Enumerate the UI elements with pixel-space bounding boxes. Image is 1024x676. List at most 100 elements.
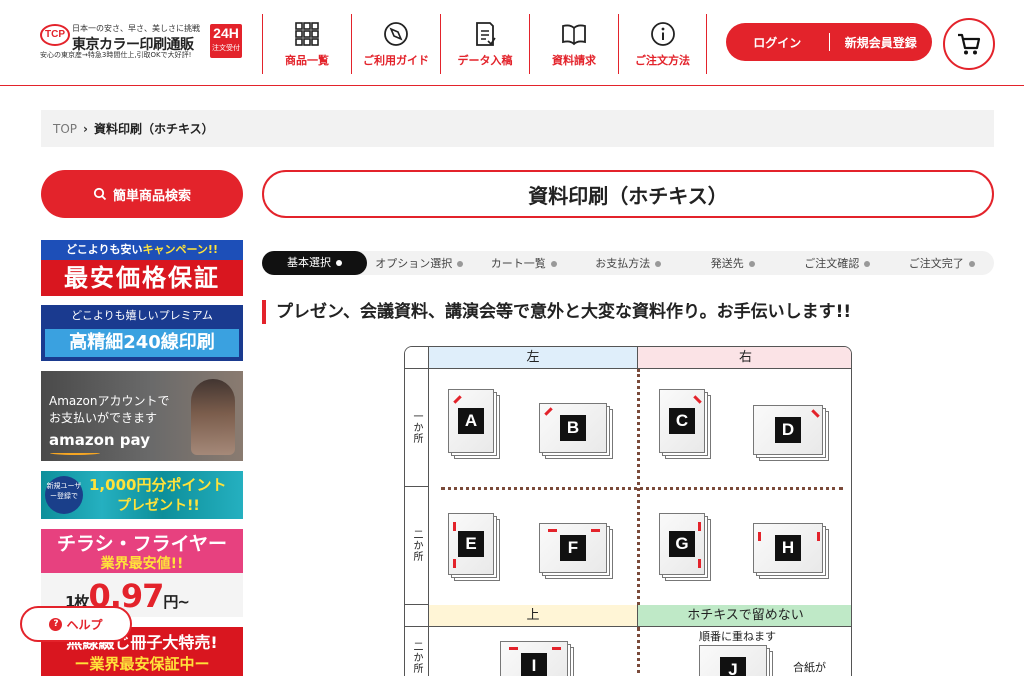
nav-brochure[interactable]: 資料請求	[529, 14, 618, 74]
staple-mark-icon	[548, 529, 557, 532]
banner-b4-badge: 新規ユーザー登録で	[45, 476, 83, 514]
banner-b2-line1: どこよりも嬉しいプレミアム	[71, 309, 213, 322]
nav-order-method[interactable]: ご注文方法	[618, 14, 707, 74]
document-icon	[476, 22, 496, 46]
note-order: 順番に重ねます	[699, 630, 776, 643]
table-header-corner	[405, 347, 429, 369]
staple-mark-icon	[591, 529, 600, 532]
staple-option-g[interactable]: G	[659, 513, 705, 575]
banner-flyer-price[interactable]: チラシ・フライヤー 業界最安値!! 1枚0.97円~	[41, 529, 243, 617]
step-complete-label: ご注文完了	[908, 257, 964, 270]
staple-option-a[interactable]: A	[448, 389, 494, 453]
step-shipping-label: 発送先	[710, 257, 744, 270]
step-cart-label: カート一覧	[490, 257, 546, 270]
site-logo[interactable]: TCP 日本一の安さ、早さ、美しさに挑戦 東京カラー印刷通販 安心の東京産→特急…	[40, 22, 250, 64]
register-button[interactable]: 新規会員登録	[830, 34, 933, 51]
banner-b5-line3c: 円~	[163, 593, 190, 611]
nav-data-upload-label: データ入稿	[457, 54, 513, 67]
staple-option-d[interactable]: D	[753, 405, 823, 455]
compass-icon	[384, 22, 408, 46]
row-two-places-top: 二か所	[405, 627, 429, 676]
staple-mark-icon	[698, 522, 701, 531]
row-two-places: 二か所	[405, 487, 429, 605]
banner-b2-line2: 高精細240線印刷	[45, 329, 239, 357]
letter-e: E	[458, 531, 484, 557]
search-icon	[93, 187, 107, 201]
staple-mark-icon	[693, 395, 702, 404]
staple-mark-icon	[509, 647, 518, 650]
login-button[interactable]: ログイン	[726, 34, 829, 51]
breadcrumb-separator: ›	[83, 121, 88, 136]
step-dot-icon	[457, 261, 464, 267]
nav-products[interactable]: 商品一覧	[262, 14, 351, 74]
breadcrumb-home[interactable]: TOP	[53, 122, 77, 136]
step-shipping[interactable]: 発送先	[681, 255, 786, 271]
letter-a: A	[458, 408, 484, 434]
site-header: TCP 日本一の安さ、早さ、美しさに挑戦 東京カラー印刷通販 安心の東京産→特急…	[0, 0, 1024, 86]
quick-search-label: 簡単商品検索	[112, 188, 191, 204]
staple-option-b[interactable]: B	[539, 403, 607, 453]
logo-tagline: 日本一の安さ、早さ、美しさに挑戦	[72, 24, 200, 33]
step-dot-icon	[864, 261, 871, 267]
banner-b4-line2: プレゼント!!	[117, 498, 200, 514]
step-confirm-label: ご注文確認	[804, 257, 860, 270]
staple-option-h[interactable]: H	[753, 523, 823, 573]
banner-b1-line2: 最安価格保証	[64, 264, 220, 292]
staple-option-j[interactable]: J	[699, 645, 767, 676]
breadcrumb: TOP › 資料印刷（ホチキス）	[41, 110, 994, 147]
col-no-staple-header: ホチキスで留めない	[638, 605, 851, 627]
step-dot-icon	[655, 261, 662, 267]
banner-b1-line1a: どこよりも安い	[66, 243, 143, 256]
banner-amazon-pay[interactable]: Amazonアカウントで お支払いができます amazon pay	[41, 371, 243, 461]
banner-points-present[interactable]: 新規ユーザー登録で 1,000円分ポイント プレゼント!!	[41, 471, 243, 519]
step-basic[interactable]: 基本選択	[262, 251, 367, 275]
banner-b3-line2: お支払いができます	[49, 411, 158, 425]
logo-subtitle: 安心の東京産→特急3時間仕上,引取OKで大好評!	[40, 51, 192, 59]
staple-mark-icon	[453, 522, 456, 531]
info-icon	[650, 22, 675, 46]
banner-b3-line3: amazon pay	[49, 431, 150, 449]
staple-option-f[interactable]: F	[539, 523, 607, 573]
note-cover: 合紙が	[793, 661, 826, 674]
logo-24h-badge: 24H 注文受付	[210, 24, 242, 58]
step-complete[interactable]: ご注文完了	[890, 255, 995, 271]
page-title: 資料印刷（ホチキス）	[262, 170, 994, 218]
banner-lowest-price[interactable]: どこよりも安いキャンペーン!! 最安価格保証	[41, 240, 243, 296]
staple-mark-icon	[544, 407, 553, 416]
table-horizontal-dots	[441, 487, 843, 490]
nav-guide[interactable]: ご利用ガイド	[351, 14, 440, 74]
staple-option-i[interactable]: I	[500, 641, 568, 676]
row-one-place: 一か所	[405, 369, 429, 487]
step-dot-icon	[336, 260, 342, 266]
step-options[interactable]: オプション選択	[367, 255, 472, 271]
order-steps: 基本選択 オプション選択 カート一覧 お支払方法 発送先 ご注文確認 ご注文完了	[262, 251, 994, 275]
banner-b3-text: Amazonアカウントで お支払いができます	[49, 393, 170, 427]
amazon-smile-icon	[50, 451, 100, 455]
nav-data-upload[interactable]: データ入稿	[440, 14, 529, 74]
nav-brochure-label: 資料請求	[552, 54, 596, 67]
question-icon: ?	[49, 617, 63, 631]
step-basic-label: 基本選択	[287, 256, 331, 269]
logo-mark: TCP	[40, 24, 70, 46]
cart-button[interactable]	[943, 18, 995, 70]
banner-lowest-price-top: どこよりも安いキャンペーン!!	[41, 240, 243, 260]
staple-option-c[interactable]: C	[659, 389, 705, 453]
quick-search-button[interactable]: 簡単商品検索	[41, 170, 243, 218]
row-one-place-label: 一か所	[411, 411, 422, 444]
help-button[interactable]: ? ヘルプ	[20, 606, 132, 642]
step-payment-label: お支払方法	[595, 257, 651, 270]
staple-mark-icon	[817, 532, 820, 541]
step-payment[interactable]: お支払方法	[576, 255, 681, 271]
letter-d: D	[775, 417, 801, 443]
breadcrumb-current: 資料印刷（ホチキス）	[93, 122, 214, 136]
nav-order-method-label: ご注文方法	[635, 54, 690, 67]
step-cart[interactable]: カート一覧	[472, 255, 577, 271]
banner-b4-line1: 1,000円分ポイント	[89, 476, 227, 494]
cart-icon	[958, 33, 981, 55]
step-confirm[interactable]: ご注文確認	[785, 255, 890, 271]
staple-option-e[interactable]: E	[448, 513, 494, 575]
letter-g: G	[669, 531, 695, 557]
banner-person-image	[191, 379, 235, 455]
banner-premium-print[interactable]: どこよりも嬉しいプレミアム 高精細240線印刷	[41, 305, 243, 361]
col-right-header: 右	[638, 347, 851, 369]
